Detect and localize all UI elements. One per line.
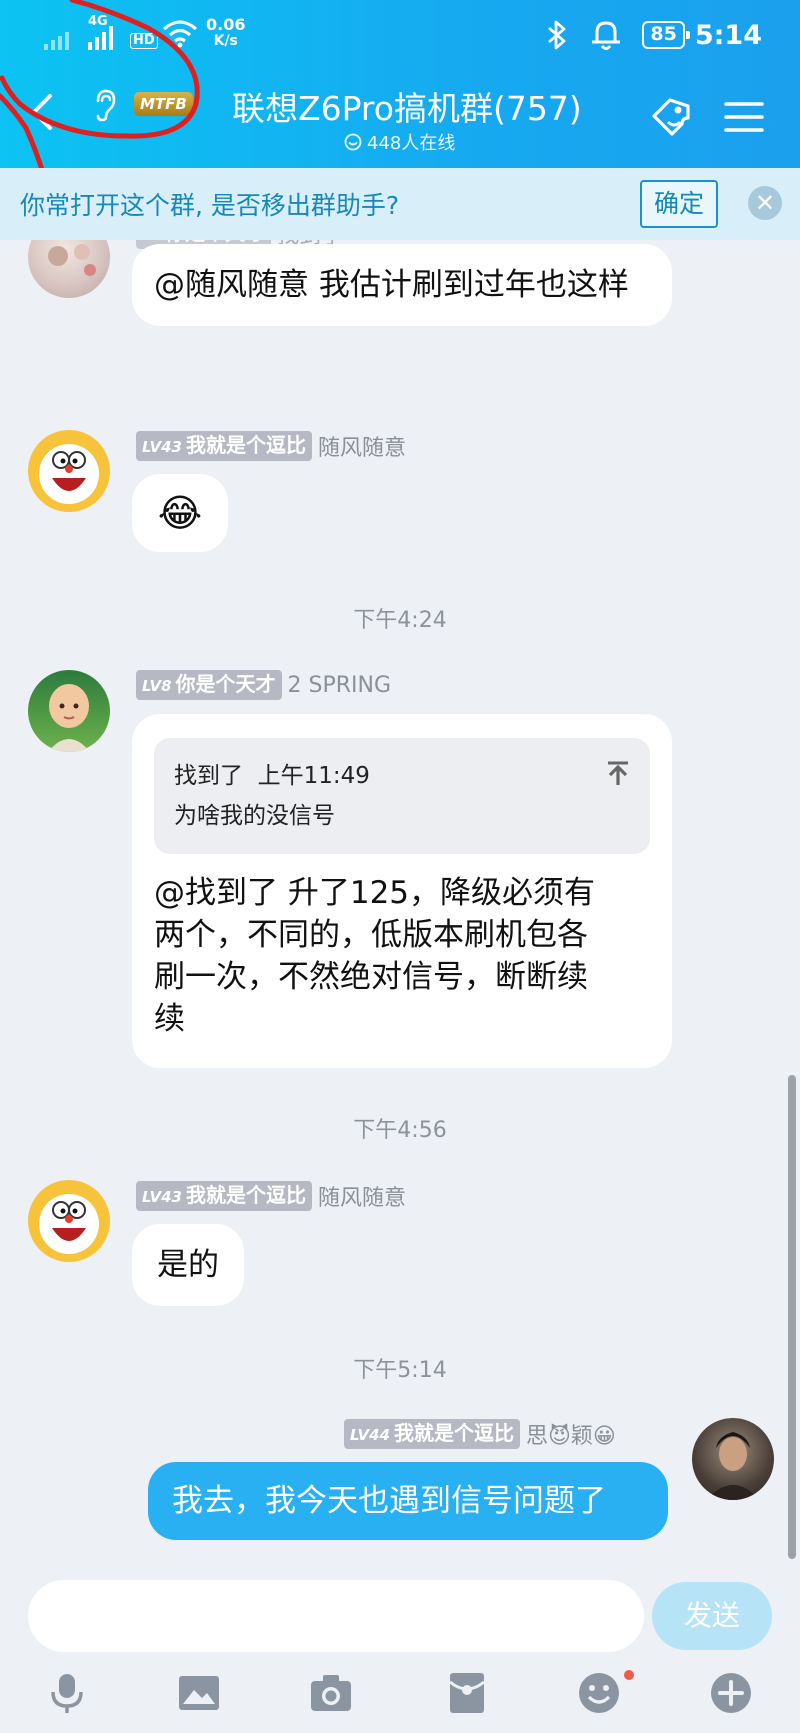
input-bar: 发送 xyxy=(0,1560,800,1733)
online-icon xyxy=(344,133,362,151)
red-packet-icon[interactable] xyxy=(444,1670,490,1716)
image-icon[interactable] xyxy=(176,1670,222,1716)
assistant-banner: 你常打开这个群, 是否移出群助手? 确定 xyxy=(0,168,800,240)
menu-icon[interactable] xyxy=(722,94,768,140)
monk-avatar-icon xyxy=(48,684,90,752)
message-bubble[interactable]: 是的 xyxy=(132,1224,244,1306)
bell-icon xyxy=(592,21,621,50)
mic-icon[interactable] xyxy=(44,1670,90,1716)
status-right: 85 5:14 xyxy=(544,18,800,52)
network-type: 4G xyxy=(88,14,108,29)
self-avatar[interactable] xyxy=(692,1418,774,1500)
self-message-bubble[interactable]: 我去，我今天也遇到信号问题了 xyxy=(148,1462,668,1540)
timestamp: 下午5:14 xyxy=(353,1358,447,1383)
group-badge: MTFB xyxy=(134,92,193,116)
chat-header: 4G HD 0.06 K/s 85 5:14 MTFB 联想Z6Pro搞机群(7… xyxy=(0,0,800,168)
sender-info: LV44 我就是个逗比 思😈颖😀 xyxy=(344,1418,616,1450)
wifi-icon xyxy=(162,20,198,48)
banner-text: 你常打开这个群, 是否移出群助手? xyxy=(20,191,400,220)
avatar[interactable] xyxy=(28,240,110,298)
avatar[interactable] xyxy=(28,670,110,752)
timestamp: 下午4:56 xyxy=(353,1118,447,1143)
battery-indicator: 85 xyxy=(642,21,691,49)
net-speed: 0.06 K/s xyxy=(206,15,246,49)
scrollbar[interactable] xyxy=(788,1075,796,1559)
avatar[interactable] xyxy=(28,1180,110,1262)
self-avatar-icon xyxy=(706,1432,760,1500)
bluetooth-icon xyxy=(548,20,566,50)
clock: 5:14 xyxy=(694,19,762,51)
plus-icon[interactable] xyxy=(708,1670,754,1716)
message-bubble[interactable]: @随风随意 我估计刷到过年也这样 xyxy=(132,244,672,326)
group-ticket-icon[interactable] xyxy=(648,94,694,140)
sender-info: LV43 我就是个逗比 随风随意 xyxy=(136,430,406,462)
hd-badge: HD xyxy=(130,33,158,49)
sender-info: LV8 你是个天才 2 SPRING xyxy=(136,670,391,700)
doraemon-avatar-icon xyxy=(39,1194,99,1254)
status-bar: 4G HD 0.06 K/s 85 5:14 xyxy=(0,0,800,70)
quoted-message[interactable]: 找到了 上午11:49 为啥我的没信号 xyxy=(154,738,650,854)
ear-icon[interactable] xyxy=(92,88,118,122)
avatar[interactable] xyxy=(28,430,110,512)
online-count: 448人在线 xyxy=(344,129,455,155)
banner-confirm-button[interactable]: 确定 xyxy=(640,180,718,228)
doraemon-avatar-icon xyxy=(39,444,99,504)
message-list[interactable]: LV你是个天才找到了 @随风随意 我估计刷到过年也这样 LV43我就是个逗比 随… xyxy=(0,240,800,1560)
signal-icon-sim1 xyxy=(44,20,69,50)
group-title[interactable]: 联想Z6Pro搞机群(757) xyxy=(232,82,582,130)
banner-close-icon[interactable]: ✕ xyxy=(748,186,782,220)
message-input[interactable] xyxy=(28,1580,644,1652)
message-bubble[interactable]: 找到了 上午11:49 为啥我的没信号 @找到了 升了125，降级必须有 两个，… xyxy=(132,714,672,1068)
timestamp: 下午4:24 xyxy=(353,608,447,633)
send-button[interactable]: 发送 xyxy=(652,1582,772,1650)
notification-dot xyxy=(624,1670,634,1680)
emoji-icon[interactable] xyxy=(576,1670,622,1716)
sender-info: LV43 我就是个逗比 随风随意 xyxy=(136,1180,406,1212)
back-icon[interactable] xyxy=(28,92,56,132)
message-bubble[interactable]: 😂 xyxy=(132,474,228,552)
jump-to-quote-icon[interactable] xyxy=(604,760,632,788)
camera-icon[interactable] xyxy=(308,1670,354,1716)
